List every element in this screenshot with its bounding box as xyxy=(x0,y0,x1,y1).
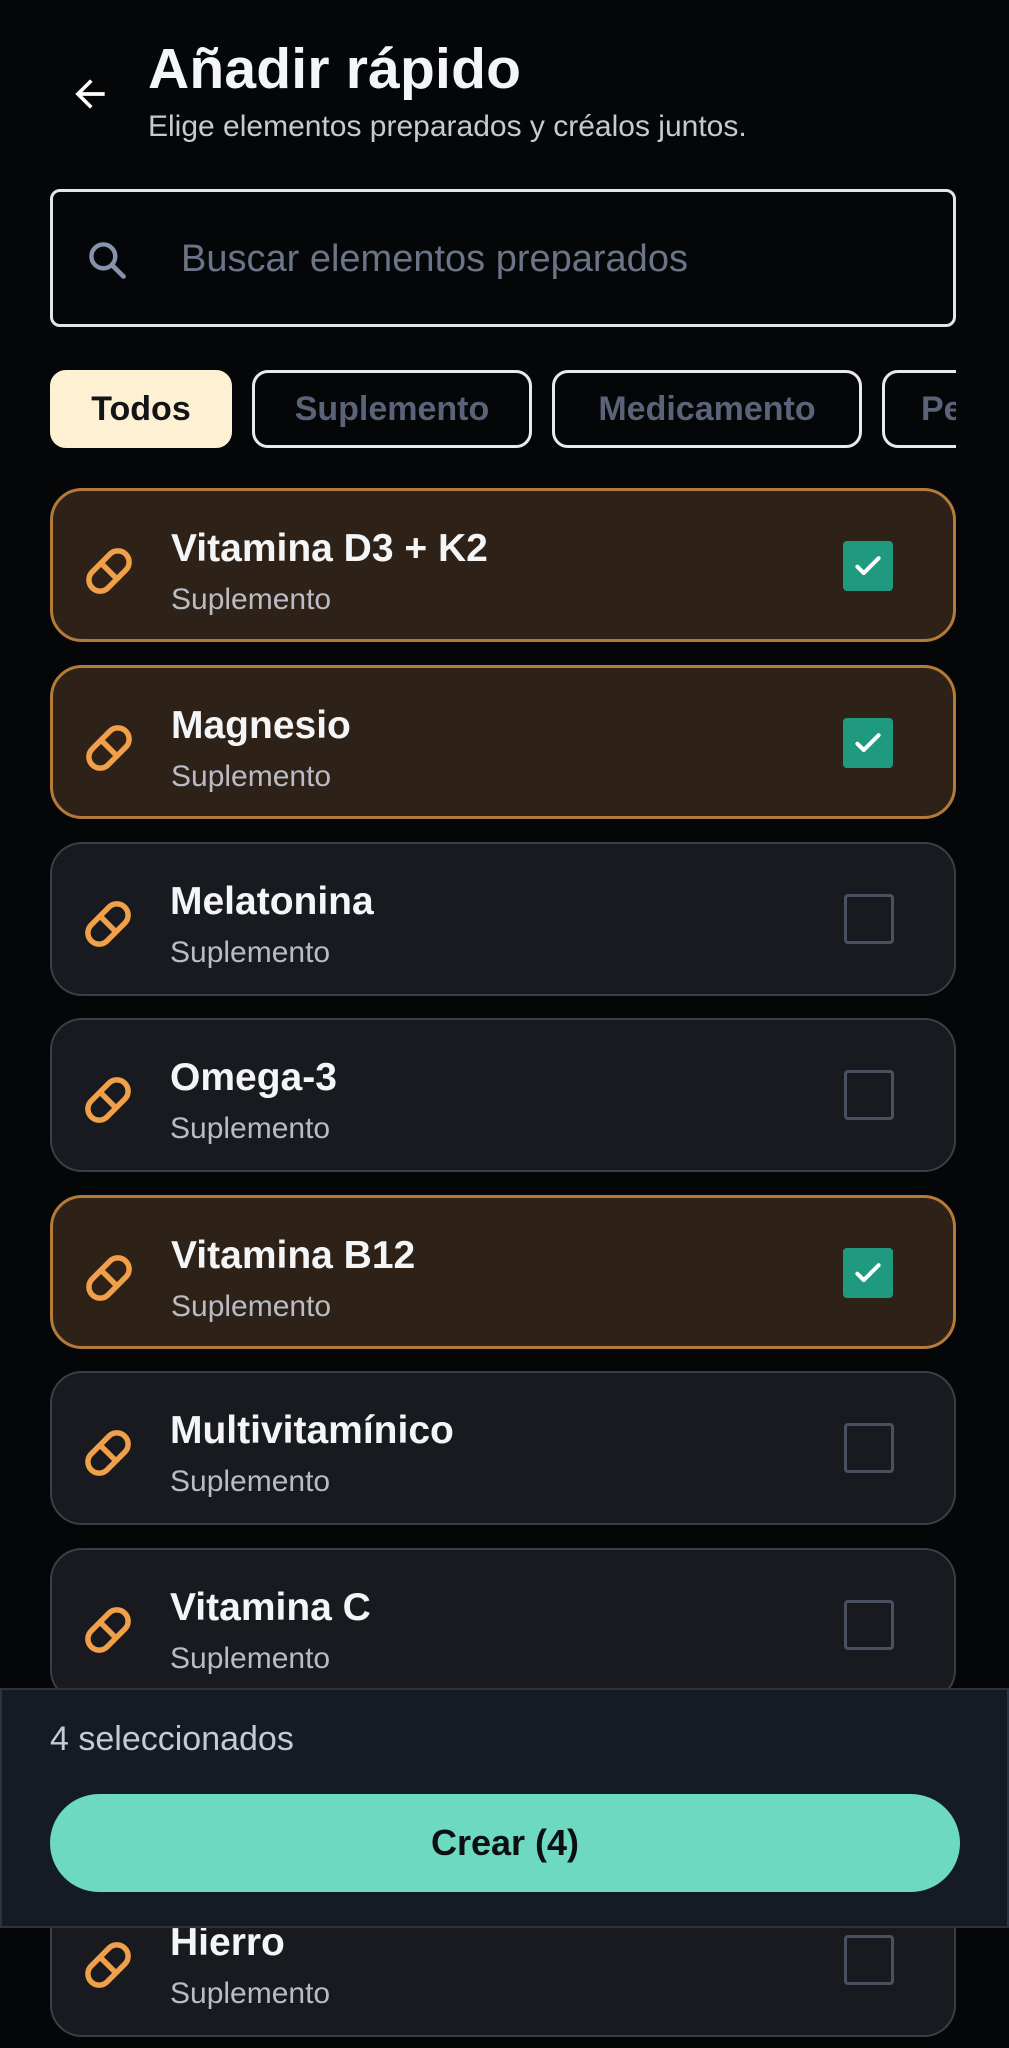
item-checkbox[interactable] xyxy=(844,1070,894,1120)
item-checkbox[interactable] xyxy=(843,718,893,768)
search-box xyxy=(50,189,956,327)
item-card[interactable]: Omega-3 Suplemento xyxy=(50,1018,956,1172)
back-button[interactable] xyxy=(58,62,122,126)
filter-chip-pe[interactable]: Pe xyxy=(882,370,956,448)
search-icon xyxy=(89,242,126,279)
item-card[interactable]: Vitamina C Suplemento xyxy=(50,1548,956,1702)
arrow-left-icon xyxy=(75,79,105,109)
pill-icon xyxy=(85,1077,131,1123)
selection-footer: 4 seleccionados Crear (4) xyxy=(0,1688,1009,1928)
item-name: Vitamina B12 xyxy=(171,1234,416,1277)
item-card[interactable]: Melatonina Suplemento xyxy=(50,842,956,996)
filter-chip-suplemento[interactable]: Suplemento xyxy=(252,370,532,448)
item-name: Melatonina xyxy=(170,880,374,923)
pill-icon xyxy=(85,901,131,947)
selected-count: 4 seleccionados xyxy=(50,1720,294,1758)
item-card[interactable]: Magnesio Suplemento xyxy=(50,665,956,819)
filter-chip-medicamento[interactable]: Medicamento xyxy=(552,370,862,448)
pill-icon xyxy=(85,1430,131,1476)
quick-add-screen: Añadir rápido Elige elementos preparados… xyxy=(0,0,1009,2048)
item-checkbox[interactable] xyxy=(843,541,893,591)
item-name: Multivitamínico xyxy=(170,1409,454,1452)
filter-chip-todos[interactable]: Todos xyxy=(50,370,232,448)
item-checkbox[interactable] xyxy=(844,1600,894,1650)
create-button[interactable]: Crear (4) xyxy=(50,1794,960,1892)
pill-icon xyxy=(86,1255,132,1301)
item-name: Vitamina C xyxy=(170,1586,371,1629)
check-icon xyxy=(855,1263,881,1283)
pill-icon xyxy=(85,1942,131,1988)
item-name: Vitamina D3 + K2 xyxy=(171,527,488,570)
item-category: Suplemento xyxy=(171,760,332,793)
item-category: Suplemento xyxy=(171,1290,332,1323)
item-category: Suplemento xyxy=(170,1112,331,1145)
item-name: Magnesio xyxy=(171,704,351,747)
item-category: Suplemento xyxy=(170,936,331,969)
check-icon xyxy=(855,556,881,576)
item-card[interactable]: Vitamina B12 Suplemento xyxy=(50,1195,956,1349)
page-title: Añadir rápido xyxy=(148,37,522,101)
pill-icon xyxy=(86,725,132,771)
item-category: Suplemento xyxy=(170,1977,331,2010)
item-name: Omega-3 xyxy=(170,1056,337,1099)
item-checkbox[interactable] xyxy=(843,1248,893,1298)
pill-icon xyxy=(86,548,132,594)
item-category: Suplemento xyxy=(170,1642,331,1675)
search-input[interactable] xyxy=(179,192,933,326)
pill-icon xyxy=(85,1607,131,1653)
check-icon xyxy=(855,733,881,753)
item-category: Suplemento xyxy=(171,583,332,616)
item-card[interactable]: Vitamina D3 + K2 Suplemento xyxy=(50,488,956,642)
filter-chips: Todos Suplemento Medicamento Pe xyxy=(50,370,956,450)
item-checkbox[interactable] xyxy=(844,1935,894,1985)
item-checkbox[interactable] xyxy=(844,894,894,944)
item-card[interactable]: Multivitamínico Suplemento xyxy=(50,1371,956,1525)
item-category: Suplemento xyxy=(170,1465,331,1498)
item-checkbox[interactable] xyxy=(844,1423,894,1473)
page-subtitle: Elige elementos preparados y créalos jun… xyxy=(148,110,747,143)
